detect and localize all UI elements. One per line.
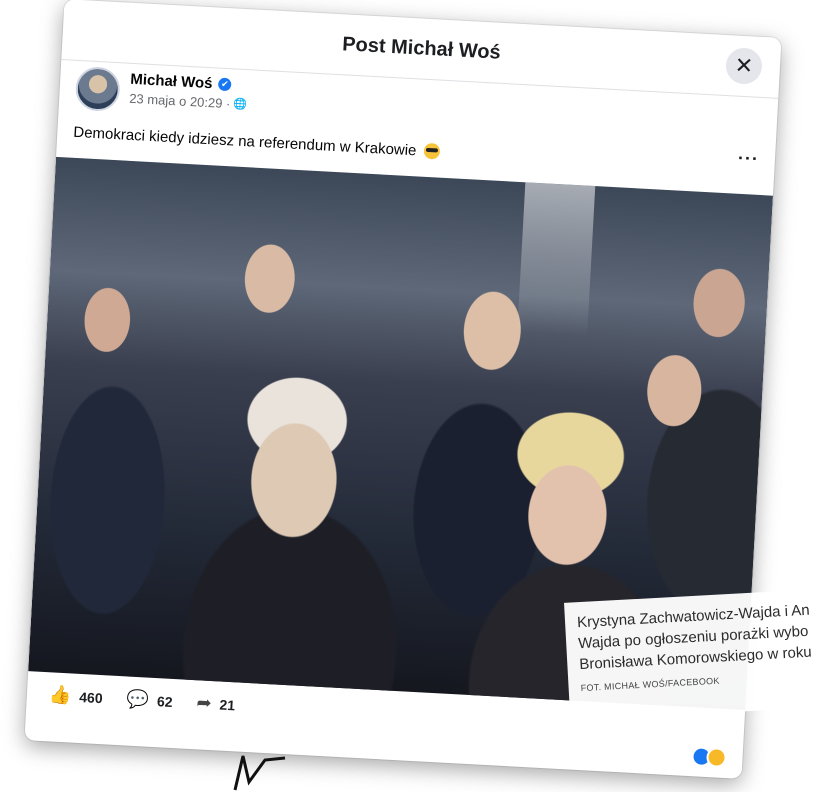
close-icon: ✕ — [734, 52, 754, 79]
comment-count[interactable]: 💬 62 — [126, 689, 173, 712]
author-name-line: Michał Woś ✔ — [130, 71, 249, 94]
post-meta: 23 maja o 20:29 · 🌐 — [129, 91, 248, 112]
comment-icon: 💬 — [126, 688, 150, 711]
author-name[interactable]: Michał Woś — [130, 71, 213, 92]
stage-light — [517, 182, 596, 336]
verified-badge-icon: ✔ — [218, 77, 232, 92]
post-text: Demokraci kiedy idziesz na referendum w … — [72, 123, 417, 160]
like-count-value: 460 — [78, 688, 104, 706]
sunglasses-emoji-icon — [423, 142, 440, 160]
thumbs-up-icon: 👍 — [48, 684, 72, 707]
haha-reaction-icon — [706, 746, 728, 769]
share-icon: ➦ — [195, 692, 213, 715]
modal-title: Post Michał Woś — [341, 32, 502, 64]
share-count-value: 21 — [219, 696, 236, 713]
close-button[interactable]: ✕ — [725, 47, 763, 85]
more-options-button[interactable]: ··· — [737, 148, 759, 170]
avatar[interactable] — [74, 65, 121, 113]
author-info: Michał Woś ✔ 23 maja o 20:29 · 🌐 — [129, 71, 249, 112]
like-count[interactable]: 👍 460 — [48, 684, 103, 708]
globe-icon: 🌐 — [233, 97, 248, 112]
post-timestamp[interactable]: 23 maja o 20:29 · — [129, 91, 231, 111]
photo-caption: Krystyna Zachwatowicz-Wajda i An Wajda p… — [564, 587, 817, 721]
comment-count-value: 62 — [156, 692, 173, 710]
caption-text: Krystyna Zachwatowicz-Wajda i An Wajda p… — [576, 601, 813, 674]
decorative-scribble — [233, 755, 286, 791]
share-count[interactable]: ➦ 21 — [196, 692, 236, 715]
reactions-row: 👍 460 💬 62 ➦ 21 — [48, 684, 235, 715]
reaction-badges[interactable] — [691, 746, 728, 769]
